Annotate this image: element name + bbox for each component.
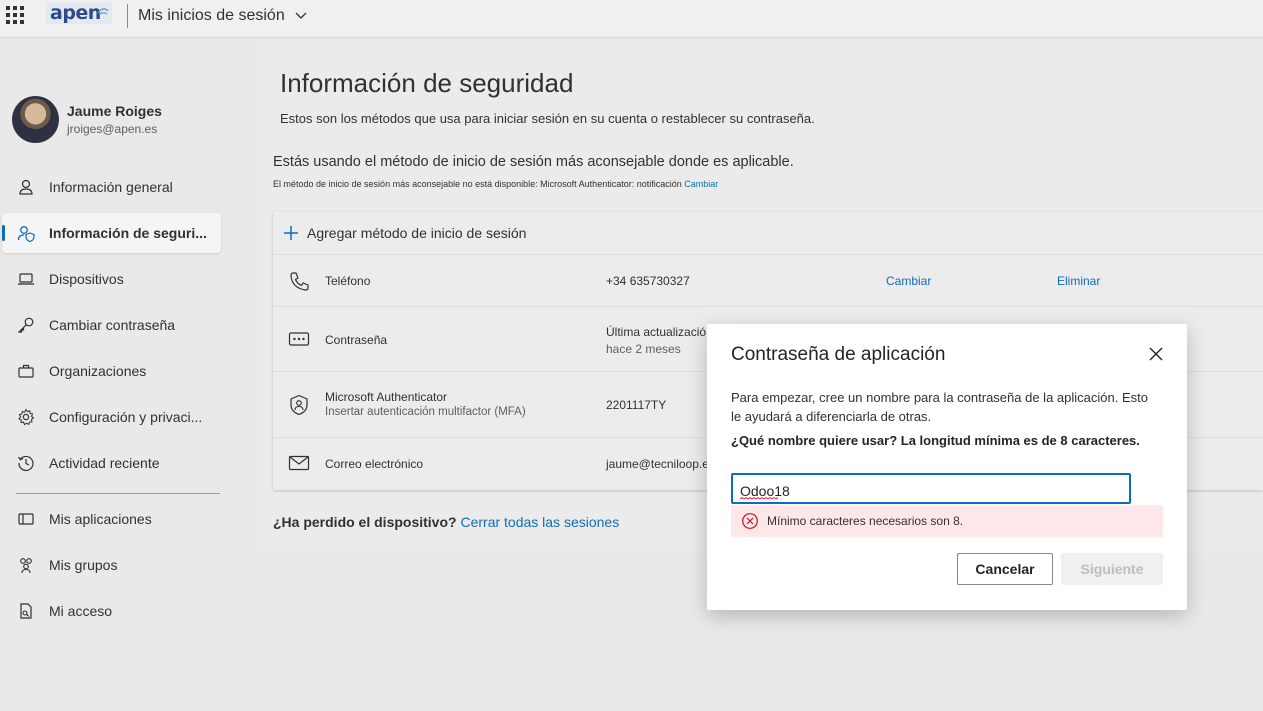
default-method-text: Estás usando el método de inicio de sesi… — [273, 154, 794, 170]
method-name: Contraseña — [325, 333, 388, 347]
password-icon — [288, 332, 310, 346]
nav-item-overview[interactable]: Información general — [2, 167, 221, 207]
note-text: El método de inicio de sesión más aconse… — [273, 179, 682, 189]
nav-item-organizations[interactable]: Organizaciones — [2, 351, 221, 391]
nav-item-label: Organizaciones — [49, 363, 147, 379]
method-row-phone: Teléfono +34 635730327 Cambiar Eliminar — [273, 256, 1263, 307]
app-title: Mis inicios de sesión — [138, 7, 285, 25]
change-phone-link[interactable]: Cambiar — [886, 274, 931, 288]
apps-icon — [16, 509, 36, 529]
page-subtitle: Estos son los métodos que usa para inici… — [280, 111, 815, 126]
method-description: Insertar autenticación multifactor (MFA) — [325, 406, 526, 418]
sign-out-everywhere-link[interactable]: Cerrar todas las sesiones — [460, 514, 619, 530]
close-icon[interactable] — [1147, 345, 1165, 363]
nav-item-my-apps[interactable]: Mis aplicaciones — [2, 499, 221, 539]
nav-item-devices[interactable]: Dispositivos — [2, 259, 221, 299]
change-default-link[interactable]: Cambiar — [684, 179, 718, 189]
person-icon — [16, 177, 36, 197]
dialog-description: Para empezar, cree un nombre para la con… — [731, 390, 1148, 424]
key-icon — [16, 315, 36, 335]
error-message: Mínimo caracteres necesarios son 8. — [731, 505, 1163, 537]
next-button[interactable]: Siguiente — [1061, 553, 1163, 585]
logo-text: apen — [50, 2, 101, 24]
cancel-button[interactable]: Cancelar — [957, 553, 1053, 585]
nav-item-settings-privacy[interactable]: Configuración y privaci... — [2, 397, 221, 437]
page-title: Información de seguridad — [280, 68, 574, 98]
error-icon — [742, 513, 758, 529]
app-password-dialog: Contraseña de aplicación Para empezar, c… — [707, 324, 1187, 610]
nav-item-recent-activity[interactable]: Actividad reciente — [2, 443, 221, 483]
method-value: Última actualizació — [606, 325, 707, 339]
nav-item-label: Dispositivos — [49, 271, 124, 287]
method-name: Teléfono — [325, 274, 371, 288]
lost-device-text: ¿Ha perdido el dispositivo? — [273, 514, 457, 530]
nav-item-my-groups[interactable]: Mis grupos — [2, 545, 221, 585]
phone-icon — [290, 272, 309, 291]
method-name: Microsoft Authenticator — [325, 390, 448, 404]
method-value: jaume@tecniloop.e — [606, 457, 709, 471]
nav-item-label: Actividad reciente — [49, 455, 160, 471]
avatar — [12, 96, 59, 143]
app-launcher-icon[interactable] — [6, 6, 24, 24]
nav-item-change-password[interactable]: Cambiar contraseña — [2, 305, 221, 345]
nav-item-label: Mis grupos — [49, 557, 118, 573]
authenticator-icon — [290, 394, 308, 416]
header-divider — [127, 4, 128, 28]
nav-item-security-info[interactable]: Información de seguri... — [2, 213, 221, 253]
history-icon — [16, 453, 36, 473]
laptop-icon — [16, 269, 36, 289]
delete-phone-link[interactable]: Eliminar — [1057, 274, 1100, 288]
add-method-button[interactable]: Agregar método de inicio de sesión — [273, 212, 1263, 255]
nav-item-label: Información general — [49, 179, 173, 195]
dialog-title: Contraseña de aplicación — [731, 344, 946, 365]
profile-name: Jaume Roiges — [67, 103, 162, 119]
plus-icon — [284, 226, 298, 240]
people-icon — [16, 555, 36, 575]
security-info-icon — [16, 223, 36, 243]
logo-mark-icon — [96, 5, 110, 20]
nav-item-label: Cambiar contraseña — [49, 317, 176, 333]
nav-item-label: Mis aplicaciones — [49, 511, 152, 527]
org-logo[interactable]: apen — [46, 2, 112, 24]
method-value-secondary: hace 2 meses — [606, 342, 681, 356]
nav-item-my-access[interactable]: Mi acceso — [2, 591, 221, 631]
default-method-note: El método de inicio de sesión más aconse… — [273, 179, 718, 189]
briefcase-icon — [16, 361, 36, 381]
nav-divider — [16, 493, 220, 494]
nav-item-label: Mi acceso — [49, 603, 113, 619]
mail-icon — [288, 455, 310, 471]
lost-device-section: ¿Ha perdido el dispositivo? Cerrar todas… — [273, 514, 619, 530]
method-name: Correo electrónico — [325, 457, 424, 471]
nav-item-label: Información de seguri... — [49, 225, 207, 241]
chevron-down-icon — [295, 7, 307, 25]
app-title-menu[interactable]: Mis inicios de sesión — [138, 7, 307, 25]
app-password-name-input[interactable] — [731, 473, 1131, 504]
nav-item-label: Configuración y privaci... — [49, 409, 203, 425]
top-bar: apen Mis inicios de sesión — [0, 0, 1263, 38]
add-method-label: Agregar método de inicio de sesión — [307, 225, 527, 241]
access-icon — [16, 601, 36, 621]
profile-email: jroiges@apen.es — [67, 122, 158, 136]
gear-icon — [16, 407, 36, 427]
error-text: Mínimo caracteres necesarios son 8. — [767, 514, 964, 528]
spellcheck-underline — [740, 497, 778, 500]
method-value: +34 635730327 — [606, 274, 690, 288]
method-value: 2201117TY — [606, 398, 667, 412]
dialog-question: ¿Qué nombre quiere usar? La longitud mín… — [731, 433, 1140, 448]
